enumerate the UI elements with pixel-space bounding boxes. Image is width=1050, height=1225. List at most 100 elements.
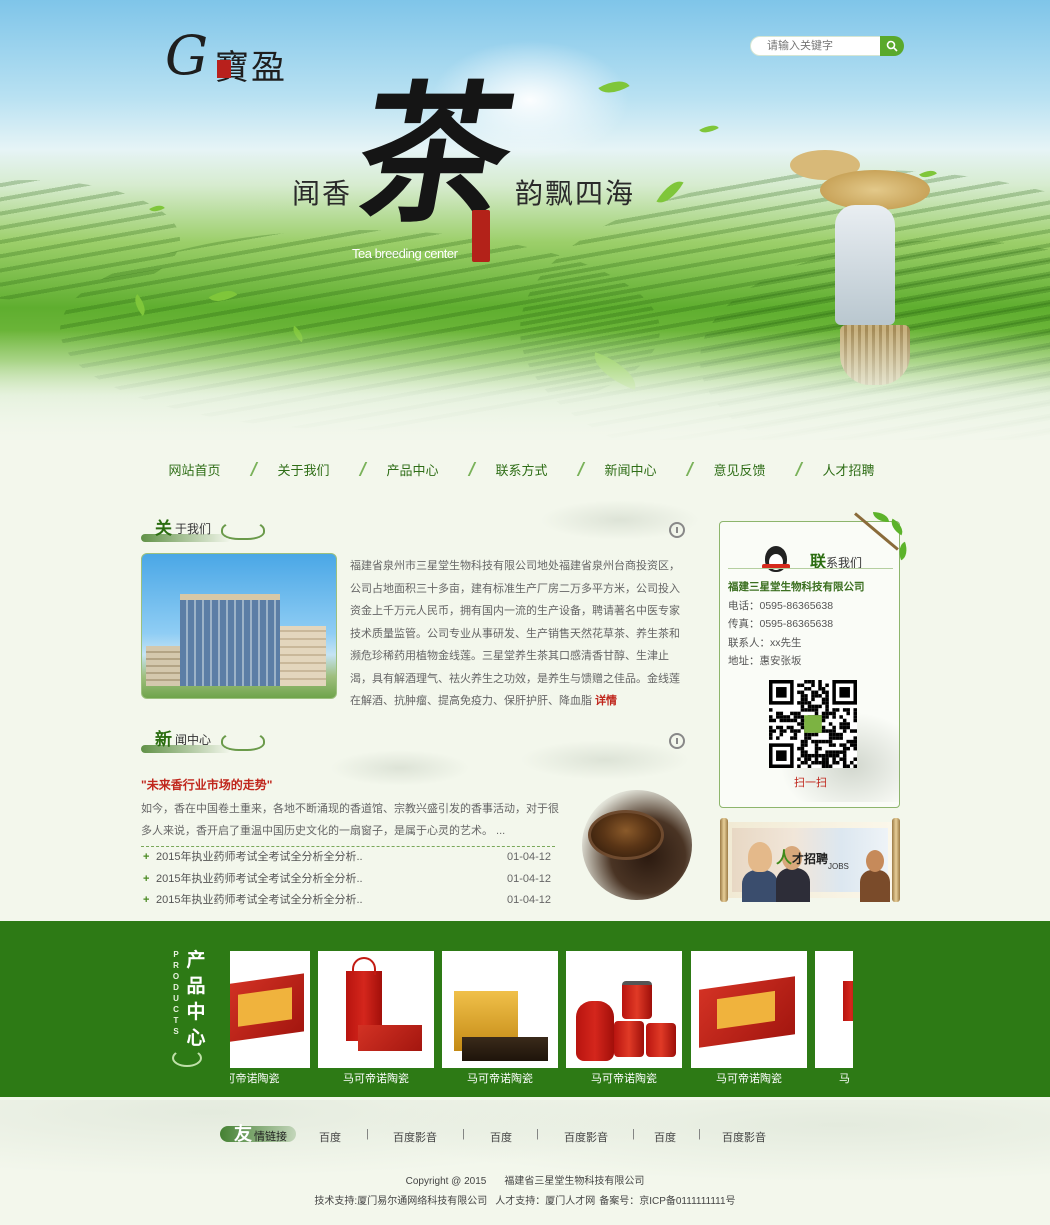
qr-module [853, 711, 857, 716]
qr-module [800, 753, 805, 758]
news-list-item[interactable]: + 2015年执业药师考试全考试全分析全分析.. 01-04-12 [141, 847, 555, 869]
qr-module [853, 764, 857, 768]
qr-module [839, 750, 843, 754]
friend-link[interactable]: 百度影音 [393, 1129, 437, 1145]
qr-module [832, 708, 836, 712]
qr-module [814, 760, 819, 765]
news-list: + 2015年执业药师考试全考试全分析全分析.. 01-04-12 + 2015… [141, 846, 555, 912]
qr-module [814, 694, 819, 698]
search-input[interactable] [750, 36, 882, 56]
qr-module [853, 718, 857, 723]
cloud-ornament-icon [221, 731, 265, 751]
nav-item-products[interactable]: 产品中心 [358, 460, 477, 479]
talent-support[interactable]: 人才支持：厦门人才网 [495, 1196, 595, 1207]
label-letter: D [173, 983, 179, 992]
nav-item-feedback[interactable]: 意见反馈 [685, 460, 804, 479]
qr-module [818, 760, 822, 765]
friend-link[interactable]: 百度影音 [722, 1129, 766, 1145]
product-card[interactable]: 马可帝诺陶瓷 [442, 951, 558, 1090]
qr-module [832, 750, 836, 754]
qr-module [839, 757, 843, 761]
qr-module [821, 760, 826, 765]
friend-link[interactable]: 百度 [319, 1129, 341, 1145]
nav-item-contact[interactable]: 联系方式 [467, 460, 586, 479]
qr-module [793, 715, 798, 719]
qr-module [793, 718, 798, 723]
building [280, 626, 326, 686]
qr-module [800, 750, 805, 754]
qr-module [769, 732, 773, 737]
qr-module [818, 687, 822, 691]
nav-item-label: 网站首页 [168, 462, 221, 478]
qr-module [853, 743, 857, 747]
tech-support[interactable]: 技术支持:厦门易尔通网络科技有限公司 [314, 1196, 487, 1207]
nav-item-about[interactable]: 关于我们 [249, 460, 368, 479]
slogan-right: 韵飘四海 [515, 177, 636, 210]
search-button[interactable] [880, 36, 904, 56]
qr-module [842, 746, 847, 751]
news-headline[interactable]: "未来香行业市场的走势" [141, 776, 272, 793]
product-card[interactable]: 可帝诺陶瓷 [230, 951, 310, 1090]
product-caption: 马可帝诺陶瓷 [343, 1073, 409, 1085]
nav-item-home[interactable]: 网站首页 [140, 460, 259, 479]
nav-item-news[interactable]: 新闻中心 [576, 460, 695, 479]
product-image [318, 951, 434, 1068]
nav-item-jobs[interactable]: 人才招聘 [794, 460, 903, 479]
about-detail-link[interactable]: 详情 [595, 695, 617, 707]
qr-module [821, 753, 826, 758]
qr-module [828, 764, 833, 768]
qr-finder [776, 750, 787, 761]
jobs-banner[interactable]: 人才招聘 JOBS [720, 818, 900, 902]
qr-module [783, 715, 787, 719]
qr-module [790, 711, 794, 716]
qr-module [825, 760, 829, 765]
label-letter: P [173, 950, 179, 959]
product-card[interactable]: 马可帝诺陶瓷 [566, 951, 682, 1090]
qr-module [811, 739, 815, 744]
about-text: 福建省泉州市三星堂生物科技有限公司地处福建省泉州台商投资区，公司占地面积三十多亩… [350, 560, 680, 707]
qr-module [800, 722, 805, 726]
news-list-item[interactable]: + 2015年执业药师考试全考试全分析全分析.. 01-04-12 [141, 890, 555, 912]
label-char: 品 [186, 975, 206, 997]
fax-text: 传真：0595-86365638 [728, 618, 834, 630]
qr-module [839, 722, 843, 726]
swirl-ornament-icon [172, 1049, 202, 1067]
nav-item-label: 人才招聘 [822, 462, 875, 478]
qr-module [832, 725, 836, 730]
label-letter: C [173, 1005, 179, 1014]
product-card[interactable]: 马可帝诺陶瓷 [318, 951, 434, 1090]
about-more-icon[interactable] [669, 522, 685, 538]
qr-module [839, 725, 843, 730]
news-item-title: 2015年执业药师考试全考试全分析全分析.. [156, 872, 363, 885]
friend-link[interactable]: 百度影音 [564, 1129, 608, 1145]
company-building-photo [141, 553, 337, 699]
qr-module [821, 690, 826, 695]
qr-module [832, 711, 836, 716]
farmer-body [835, 205, 895, 325]
qr-module [814, 757, 819, 761]
bag-handle [352, 957, 376, 975]
qr-module [842, 750, 847, 754]
jobs-title-rest: 才招聘 [792, 852, 829, 866]
news-more-icon[interactable] [669, 733, 685, 749]
qr-module [804, 739, 808, 744]
scroll-rod [720, 818, 728, 902]
qr-module [818, 680, 822, 684]
news-title-first-char: 新 [155, 730, 172, 750]
friend-link[interactable]: 百度 [654, 1129, 676, 1145]
friend-link[interactable]: 百度 [490, 1129, 512, 1145]
qr-module [849, 729, 854, 733]
qr-module [814, 753, 819, 758]
news-list-item[interactable]: + 2015年执业药师考试全考试全分析全分析.. 01-04-12 [141, 869, 555, 891]
qr-module [786, 718, 791, 723]
contact-header: 联系我们 [760, 544, 900, 572]
news-item-title: 2015年执业药师考试全考试全分析全分析.. [156, 894, 363, 906]
qr-module [811, 697, 815, 702]
plus-icon: + [143, 894, 150, 906]
product-card[interactable]: 马可帝诺陶瓷 [691, 951, 807, 1090]
about-title-first-char: 关 [155, 519, 172, 539]
slogan-calligraphy: 茶 [344, 67, 526, 243]
site-logo[interactable]: G 寶盈 [165, 24, 295, 90]
ink-cloud [520, 740, 690, 780]
product-card[interactable]: 马 [815, 951, 853, 1090]
